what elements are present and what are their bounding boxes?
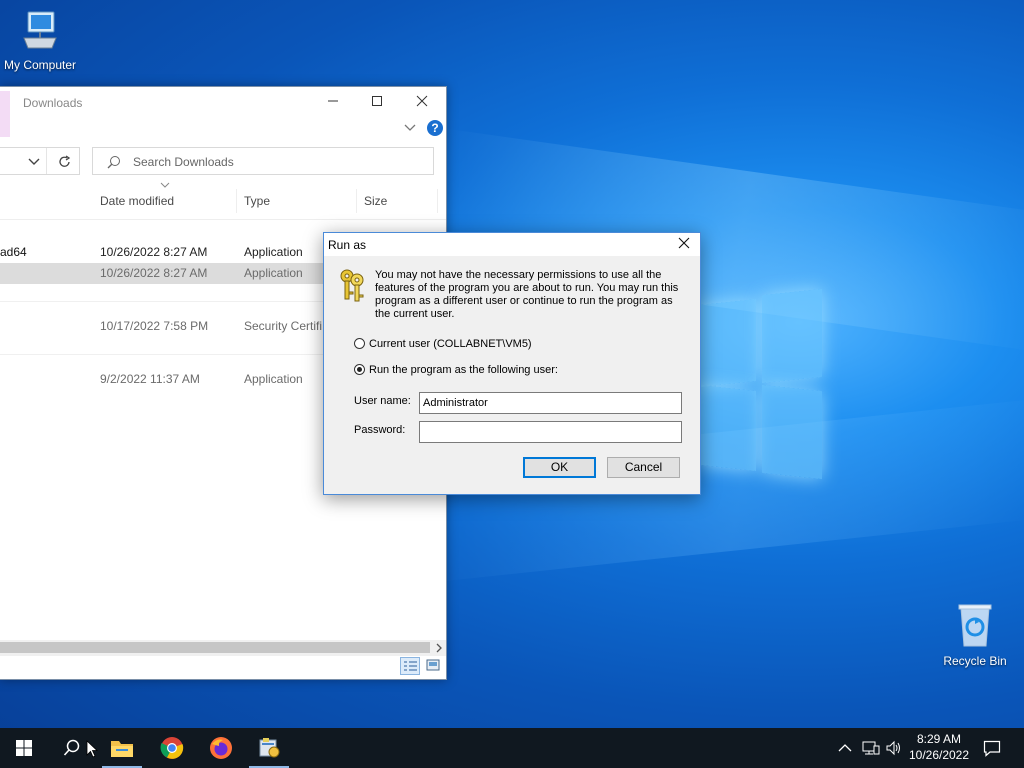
desktop-icon-my-computer[interactable]: My Computer xyxy=(0,8,80,72)
computer-icon xyxy=(0,8,80,55)
window-titlebar[interactable]: Downloads xyxy=(0,87,446,137)
password-label: Password: xyxy=(354,424,406,436)
current-user-radio[interactable]: Current user (COLLABNET\VM5) xyxy=(354,338,532,350)
search-placeholder: Search Downloads xyxy=(133,155,234,169)
desktop-icon-recycle-bin[interactable]: Recycle Bin xyxy=(935,602,1015,668)
show-hidden-icons-button[interactable] xyxy=(838,728,852,768)
run-as-dialog[interactable]: Run as You may not have the necessary pe… xyxy=(323,232,701,495)
file-name: ad64 xyxy=(0,245,27,259)
windows-start-icon xyxy=(16,740,32,756)
keys-icon xyxy=(336,267,368,306)
help-icon[interactable]: ? xyxy=(427,120,443,136)
file-date: 10/26/2022 8:27 AM xyxy=(100,245,208,259)
application-icon xyxy=(259,738,280,758)
file-type: Application xyxy=(244,372,303,386)
file-date: 10/26/2022 8:27 AM xyxy=(100,266,208,280)
file-date: 9/2/2022 11:37 AM xyxy=(100,372,200,386)
radio-selected-icon xyxy=(354,364,365,375)
clock-date: 10/26/2022 xyxy=(908,748,970,762)
file-date: 10/17/2022 7:58 PM xyxy=(100,319,209,333)
radio-unselected-icon xyxy=(354,338,365,349)
scrollbar-thumb[interactable] xyxy=(0,642,430,653)
taskbar: 8:29 AM 10/26/2022 xyxy=(0,728,1024,768)
username-field[interactable] xyxy=(419,392,682,414)
close-button[interactable] xyxy=(405,91,439,113)
search-input[interactable]: Search Downloads xyxy=(92,147,434,175)
address-bar-row: Search Downloads xyxy=(0,147,446,177)
dialog-title: Run as xyxy=(328,238,367,252)
volume-icon[interactable] xyxy=(885,728,903,768)
view-toggle-group xyxy=(398,657,446,677)
file-type: Application xyxy=(244,266,303,280)
search-icon xyxy=(107,156,120,169)
current-user-label: Current user (COLLABNET\VM5) xyxy=(369,338,532,350)
close-icon xyxy=(416,95,428,107)
start-button[interactable] xyxy=(0,728,48,768)
refresh-icon[interactable] xyxy=(58,155,72,169)
window-title: Downloads xyxy=(23,96,83,110)
maximize-icon xyxy=(372,96,382,106)
expand-ribbon-button[interactable] xyxy=(404,122,416,136)
column-header-size[interactable]: Size xyxy=(358,189,438,213)
sort-indicator-icon xyxy=(160,182,170,188)
ok-button[interactable]: OK xyxy=(523,457,596,478)
recycle-bin-icon xyxy=(935,602,1015,651)
chevron-up-icon xyxy=(838,744,852,752)
details-view-button[interactable] xyxy=(400,657,420,675)
cancel-button[interactable]: Cancel xyxy=(607,457,680,478)
search-icon xyxy=(63,739,80,756)
network-icon[interactable] xyxy=(862,728,880,768)
firefox-icon xyxy=(210,737,232,759)
username-label: User name: xyxy=(354,395,411,407)
password-field[interactable] xyxy=(419,421,682,443)
chevron-down-icon xyxy=(404,124,416,131)
column-header-type[interactable]: Type xyxy=(238,189,357,213)
clock-time: 8:29 AM xyxy=(916,732,962,746)
mouse-cursor-icon xyxy=(86,740,99,761)
details-view-icon xyxy=(404,661,417,671)
column-header-date-modified[interactable]: Date modified xyxy=(94,189,237,213)
ribbon-tab-highlight xyxy=(0,91,10,137)
chevron-down-icon[interactable] xyxy=(28,157,40,167)
taskbar-firefox[interactable] xyxy=(197,728,245,768)
clock[interactable]: 8:29 AM 10/26/2022 xyxy=(906,731,972,763)
action-center-button[interactable] xyxy=(983,728,1001,768)
desktop-icon-label: Recycle Bin xyxy=(943,654,1007,668)
wallpaper-windows-logo xyxy=(700,288,822,480)
close-icon xyxy=(678,237,690,249)
other-user-radio[interactable]: Run the program as the following user: xyxy=(354,364,558,376)
column-header-row: Date modified Type Size xyxy=(0,182,446,220)
maximize-button[interactable] xyxy=(360,91,394,113)
dialog-close-button[interactable] xyxy=(672,235,696,255)
permission-message: You may not have the necessary permissio… xyxy=(375,269,679,320)
notification-icon xyxy=(983,740,1001,757)
file-type: Application xyxy=(244,245,303,259)
address-bar[interactable] xyxy=(0,147,80,175)
minimize-button[interactable] xyxy=(316,91,350,113)
dialog-titlebar[interactable]: Run as xyxy=(324,233,700,256)
large-icons-view-icon xyxy=(426,659,440,671)
desktop-icon-label: My Computer xyxy=(3,58,77,72)
taskbar-file-explorer[interactable] xyxy=(98,728,146,768)
horizontal-scrollbar[interactable] xyxy=(0,640,446,656)
folder-icon xyxy=(111,741,133,757)
scroll-right-icon[interactable] xyxy=(435,643,443,653)
large-icons-view-button[interactable] xyxy=(424,657,442,675)
taskbar-chrome[interactable] xyxy=(148,728,196,768)
other-user-label: Run the program as the following user: xyxy=(369,364,558,376)
chrome-icon xyxy=(160,737,184,759)
taskbar-runas-app[interactable] xyxy=(245,728,293,768)
file-type: Security Certifi xyxy=(244,319,323,333)
minimize-icon xyxy=(328,100,338,102)
